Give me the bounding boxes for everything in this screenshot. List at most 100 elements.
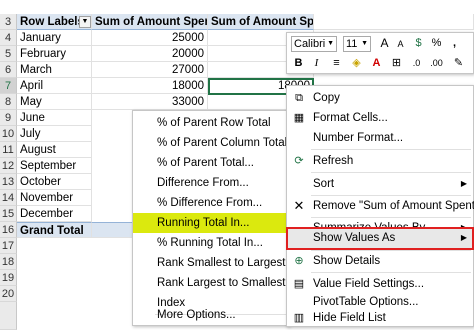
row-number[interactable]: 6: [0, 62, 17, 79]
format-painter-icon[interactable]: ✎: [451, 56, 466, 71]
font-name-value: Calibri: [294, 38, 326, 50]
decrease-decimal-icon[interactable]: .00: [429, 56, 444, 71]
format-cells-icon: ▦: [293, 112, 305, 124]
menu-item-pivottable-options[interactable]: PivotTable Options...: [287, 292, 473, 312]
sum-amount2-header[interactable]: Sum of Amount Spent2: [208, 14, 314, 31]
row-number[interactable]: 16: [0, 222, 17, 239]
menu-item-pct-running-total-in[interactable]: % Running Total In...: [133, 233, 289, 253]
row-number[interactable]: 7: [0, 78, 17, 95]
row-number[interactable]: 14: [0, 190, 17, 207]
copy-icon: ⧉: [295, 92, 303, 104]
menu-item-copy[interactable]: ⧉ Copy: [287, 88, 473, 108]
menu-separator: [311, 272, 471, 273]
row-number[interactable]: 18: [0, 254, 17, 271]
grow-font-button[interactable]: A: [377, 36, 392, 51]
borders-icon[interactable]: ⊞: [389, 56, 404, 71]
month-cell[interactable]: April: [17, 78, 92, 95]
menu-item-value-field-settings[interactable]: ▤ Value Field Settings...: [287, 274, 473, 294]
row-number[interactable]: 15: [0, 206, 17, 223]
menu-item-label: Refresh: [313, 155, 354, 167]
row-number[interactable]: 4: [0, 30, 17, 47]
row-number[interactable]: 11: [0, 142, 17, 159]
menu-item-pct-parent-row-total[interactable]: % of Parent Row Total: [133, 113, 289, 133]
row-number[interactable]: 20: [0, 286, 17, 303]
menu-item-pct-parent-total[interactable]: % of Parent Total...: [133, 153, 289, 173]
menu-item-more-options[interactable]: More Options...: [133, 305, 289, 325]
month-cell[interactable]: October: [17, 174, 92, 191]
menu-item-sort[interactable]: Sort ▶: [287, 174, 473, 194]
empty-cell[interactable]: [314, 14, 474, 31]
menu-item-label: Remove "Sum of Amount Spent2": [313, 200, 474, 212]
menu-item-label: Hide Field List: [313, 312, 386, 324]
filter-dropdown-icon[interactable]: ▼: [79, 16, 91, 28]
menu-item-show-details[interactable]: ⊕ Show Details: [287, 251, 473, 271]
bold-button[interactable]: B: [291, 56, 306, 71]
month-cell[interactable]: January: [17, 30, 92, 47]
context-menu: ⧉ Copy ▦ Format Cells... Number Format... …: [286, 85, 474, 327]
font-name-box[interactable]: Calibri ▼: [291, 36, 337, 52]
row-number[interactable]: 17: [0, 238, 17, 255]
menu-item-rank-largest-to-smallest[interactable]: Rank Largest to Smallest...: [133, 273, 295, 293]
month-cell[interactable]: December: [17, 206, 92, 223]
menu-item-refresh[interactable]: ⟳ Refresh: [287, 151, 473, 171]
comma-style-button[interactable]: ,: [447, 36, 462, 51]
pivot-header-row: 3 Row Labels ▼ Sum of Amount Spent Sum o…: [0, 14, 474, 31]
chevron-down-icon[interactable]: ▼: [361, 37, 368, 51]
menu-item-pct-difference-from[interactable]: % Difference From...: [133, 193, 289, 213]
menu-separator: [311, 149, 471, 150]
menu-item-label: Format Cells...: [313, 112, 388, 124]
menu-item-format-cells[interactable]: ▦ Format Cells...: [287, 108, 473, 128]
menu-item-show-values-as[interactable]: Show Values As ▶: [286, 227, 474, 250]
field-list-icon: ▥: [293, 312, 305, 324]
row-number[interactable]: 13: [0, 174, 17, 191]
row-number[interactable]: 8: [0, 94, 17, 111]
refresh-icon: ⟳: [294, 155, 304, 167]
currency-format-button[interactable]: $: [411, 36, 426, 51]
row-number[interactable]: [0, 302, 17, 330]
row-number[interactable]: 19: [0, 270, 17, 287]
fill-color-icon[interactable]: ◈: [349, 56, 364, 71]
month-cell[interactable]: February: [17, 46, 92, 63]
menu-item-difference-from[interactable]: Difference From...: [133, 173, 289, 193]
row-number[interactable]: 12: [0, 158, 17, 175]
italic-button[interactable]: I: [309, 56, 324, 71]
show-details-icon: ⊕: [294, 255, 304, 267]
row-number[interactable]: 10: [0, 126, 17, 143]
month-cell[interactable]: August: [17, 142, 92, 159]
amount-cell[interactable]: 20000: [92, 46, 208, 63]
grand-total-label[interactable]: Grand Total: [17, 222, 92, 239]
increase-decimal-icon[interactable]: .0: [409, 56, 424, 71]
month-cell[interactable]: June: [17, 110, 92, 127]
menu-item-pct-parent-column-total[interactable]: % of Parent Column Total: [133, 133, 289, 153]
amount-cell[interactable]: 33000: [92, 94, 208, 111]
month-cell[interactable]: July: [17, 126, 92, 143]
menu-item-rank-smallest-to-largest[interactable]: Rank Smallest to Largest...: [133, 253, 295, 273]
menu-item-remove-field[interactable]: ✕ Remove "Sum of Amount Spent2": [287, 196, 474, 216]
font-size-box[interactable]: 11 ▼: [343, 36, 371, 52]
menu-separator: [311, 172, 471, 173]
menu-item-number-format[interactable]: Number Format...: [287, 128, 473, 148]
align-center-icon[interactable]: ≡: [329, 56, 344, 71]
menu-item-running-total-in[interactable]: Running Total In...: [133, 213, 289, 233]
month-cell[interactable]: May: [17, 94, 92, 111]
submenu-arrow-icon: ▶: [460, 233, 467, 242]
row-number[interactable]: 9: [0, 110, 17, 127]
shrink-font-button[interactable]: A: [393, 37, 408, 52]
sum-amount-header[interactable]: Sum of Amount Spent: [92, 14, 208, 31]
menu-item-label: Show Details: [313, 255, 381, 267]
menu-item-label: PivotTable Options...: [313, 296, 419, 308]
amount-cell[interactable]: 18000: [92, 78, 208, 95]
month-cell[interactable]: November: [17, 190, 92, 207]
menu-item-hide-field-list[interactable]: ▥ Hide Field List: [287, 310, 473, 327]
row-number[interactable]: 3: [0, 14, 17, 31]
value-field-settings-icon: ▤: [293, 278, 305, 290]
percent-style-button[interactable]: %: [429, 36, 444, 51]
month-cell[interactable]: March: [17, 62, 92, 79]
amount-cell[interactable]: 25000: [92, 30, 208, 47]
amount-cell[interactable]: 27000: [92, 62, 208, 79]
chevron-down-icon[interactable]: ▼: [327, 37, 334, 51]
font-color-icon[interactable]: A: [369, 56, 384, 71]
row-number[interactable]: 5: [0, 46, 17, 63]
month-cell[interactable]: September: [17, 158, 92, 175]
remove-x-icon: ✕: [293, 198, 305, 213]
